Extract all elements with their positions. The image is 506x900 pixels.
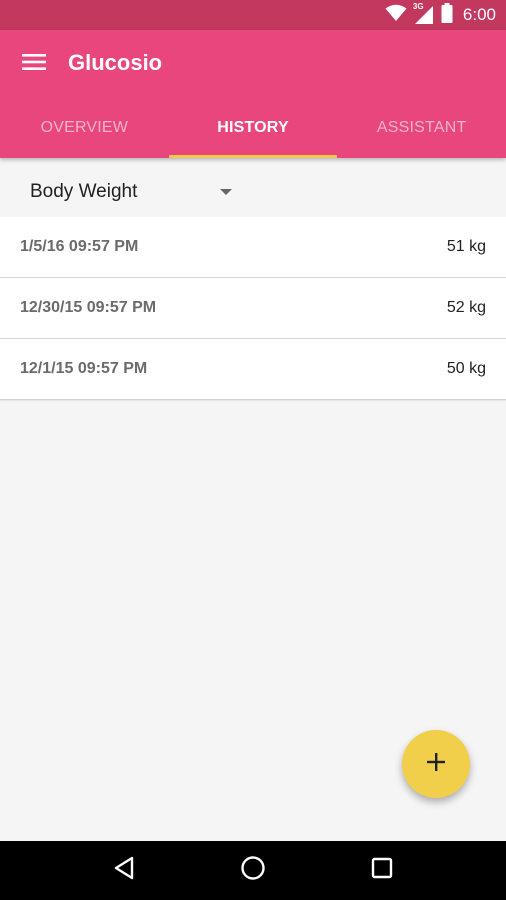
history-row[interactable]: 12/30/15 09:57 PM 52 kg	[0, 278, 506, 339]
recents-icon	[371, 857, 393, 884]
measurement-type-spinner-area: Body Weight	[0, 160, 506, 216]
history-date: 12/30/15 09:57 PM	[20, 299, 157, 316]
menu-button[interactable]	[14, 46, 54, 82]
history-date: 1/5/16 09:57 PM	[20, 238, 139, 255]
tab-assistant[interactable]: ASSISTANT	[337, 98, 506, 158]
spinner-selected-value: Body Weight	[30, 181, 138, 202]
history-value: 51 kg	[446, 238, 486, 255]
status-icons: 3G 6:00	[385, 2, 496, 28]
add-reading-button[interactable]	[402, 730, 470, 798]
history-row[interactable]: 12/1/15 09:57 PM 50 kg	[0, 339, 506, 400]
hamburger-menu-icon	[22, 53, 46, 76]
measurement-type-spinner[interactable]: Body Weight	[30, 180, 240, 204]
home-icon	[240, 855, 266, 886]
app-bar: Glucosio OVERVIEW HISTORY ASSISTANT	[0, 30, 506, 158]
recents-button[interactable]	[362, 851, 402, 891]
tab-overview-label: OVERVIEW	[40, 119, 129, 136]
tab-history-label: HISTORY	[217, 119, 289, 136]
wifi-icon	[385, 4, 407, 27]
home-button[interactable]	[233, 851, 273, 891]
history-value: 50 kg	[446, 360, 486, 377]
history-date: 12/1/15 09:57 PM	[20, 360, 148, 377]
history-row[interactable]: 1/5/16 09:57 PM 51 kg	[0, 217, 506, 278]
tab-assistant-label: ASSISTANT	[376, 119, 467, 136]
tab-overview[interactable]: OVERVIEW	[0, 98, 169, 158]
back-icon	[113, 856, 135, 885]
battery-icon	[441, 2, 453, 28]
history-value: 52 kg	[446, 299, 486, 316]
status-time: 6:00	[462, 5, 496, 24]
navigation-bar	[0, 841, 506, 900]
status-bar: 3G 6:00	[0, 0, 506, 30]
app-title: Glucosio	[68, 50, 163, 75]
tab-history[interactable]: HISTORY	[168, 98, 338, 158]
back-button[interactable]	[104, 851, 144, 891]
plus-icon	[426, 752, 446, 777]
dropdown-arrow-icon	[220, 189, 232, 195]
tab-bar: OVERVIEW HISTORY ASSISTANT	[0, 98, 506, 158]
cell-signal-icon: 3G	[413, 2, 435, 25]
history-list: 1/5/16 09:57 PM 51 kg 12/30/15 09:57 PM …	[0, 217, 506, 400]
